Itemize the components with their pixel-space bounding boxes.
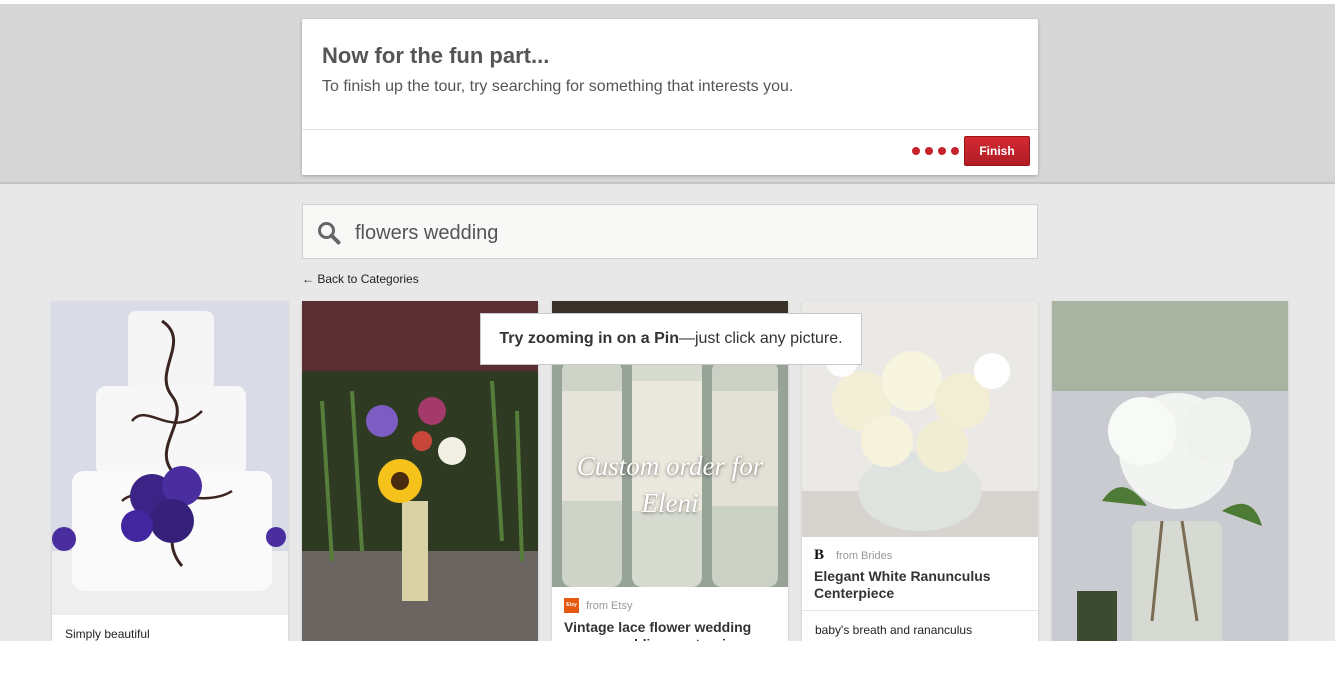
- search-icon: [317, 221, 341, 250]
- step-dot: [925, 147, 933, 155]
- tooltip-bold-text: Try zooming in on a Pin: [499, 330, 679, 347]
- pin-card[interactable]: [1052, 301, 1288, 641]
- etsy-icon: Etsy: [564, 598, 579, 613]
- pin-title: Elegant White Ranunculus Centerpiece: [814, 568, 991, 601]
- step-dot: [938, 147, 946, 155]
- tour-card: Now for the fun part... To finish up the…: [302, 19, 1038, 175]
- tooltip-text: —just click any picture.: [678, 330, 843, 347]
- step-dot: [912, 147, 920, 155]
- search-box[interactable]: [302, 204, 1038, 259]
- pin-card[interactable]: Simply beautiful: [52, 301, 288, 641]
- image-overlay-text: Custom order for: [576, 451, 764, 481]
- step-dot: [951, 147, 959, 155]
- pin-source-label: from Brides: [836, 549, 893, 562]
- tour-divider: [302, 129, 1038, 130]
- main-content: ← Back to Categories Simply beautiful: [0, 184, 1335, 641]
- tour-title: Now for the fun part...: [322, 43, 550, 68]
- pin-source-label: from Etsy: [586, 599, 633, 612]
- tour-step-dots: [912, 147, 959, 155]
- search-input[interactable]: [353, 217, 1017, 249]
- pin-image[interactable]: [52, 301, 288, 615]
- brides-icon: B: [814, 547, 825, 563]
- pin-title: Vintage lace flower wedding vases, weddi…: [564, 619, 752, 641]
- pin-source[interactable]: B from Brides: [814, 547, 892, 564]
- pin-description: baby's breath and rananculus: [815, 623, 973, 637]
- pin-source[interactable]: Etsy from Etsy: [564, 598, 632, 613]
- finish-button[interactable]: Finish: [964, 136, 1030, 166]
- pin-description: Simply beautiful: [65, 627, 150, 641]
- pin-divider: [802, 610, 1038, 611]
- tour-banner: Now for the fun part... To finish up the…: [0, 4, 1335, 184]
- pin-image[interactable]: [1052, 301, 1288, 641]
- tour-body: To finish up the tour, try searching for…: [322, 78, 794, 95]
- back-to-categories-link[interactable]: ← Back to Categories: [302, 272, 419, 286]
- zoom-tooltip: Try zooming in on a Pin—just click any p…: [480, 313, 862, 365]
- image-overlay-text: Eleni: [641, 488, 699, 518]
